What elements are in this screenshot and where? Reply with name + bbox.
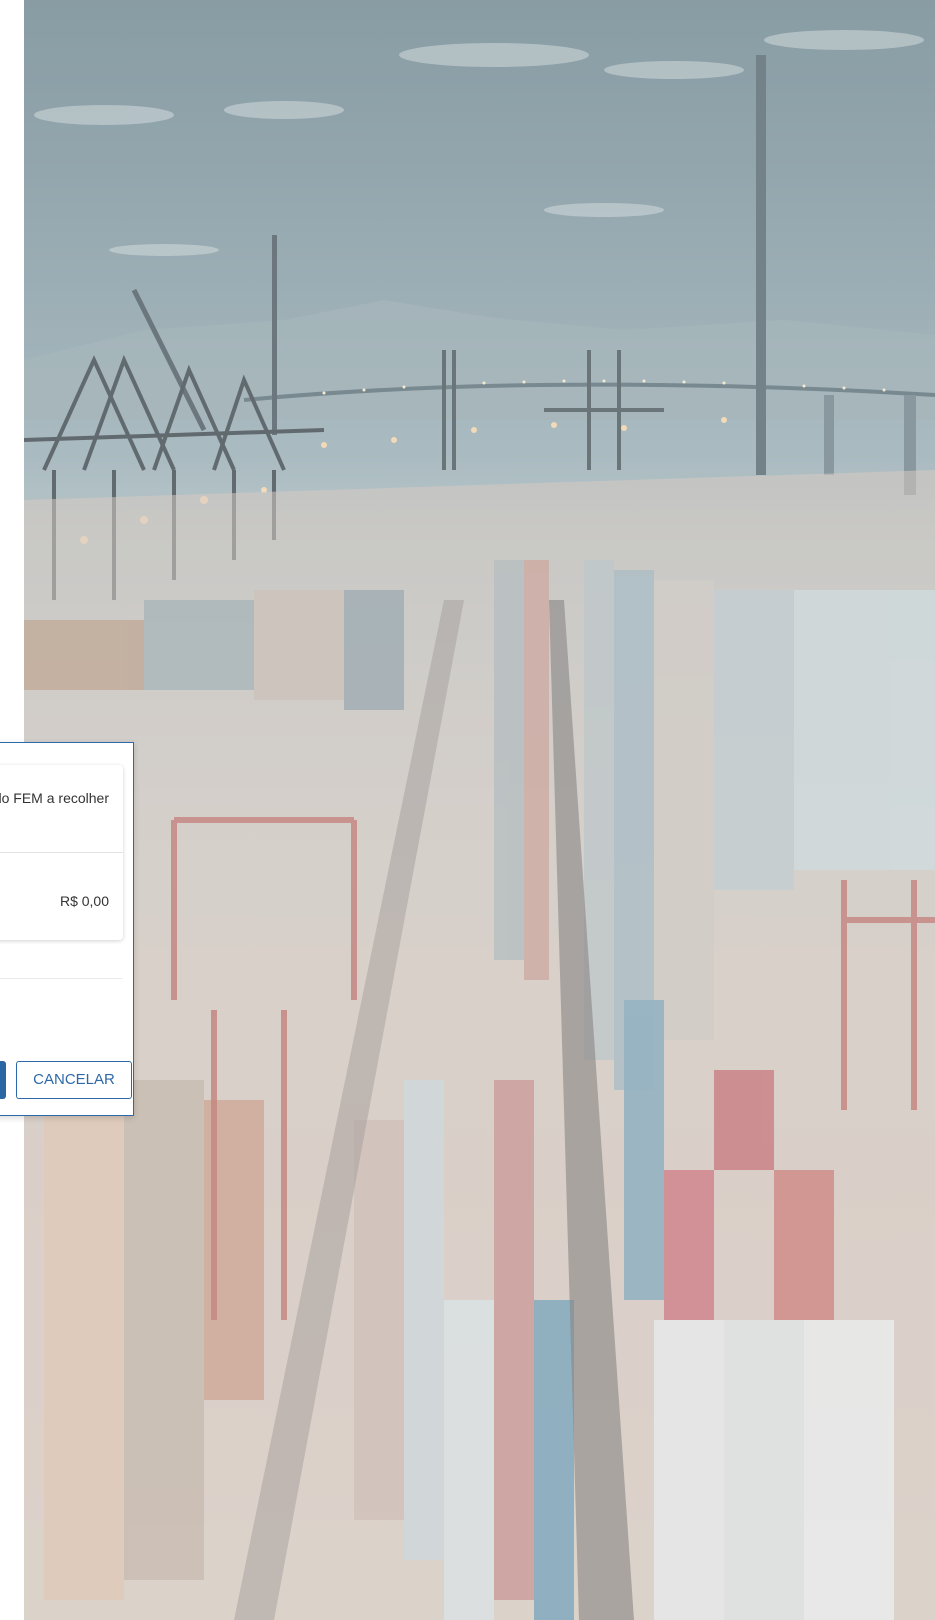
fem-label: tional do FEM a recolher [0,790,109,806]
background-port-photo [24,0,935,1620]
page: tional do FEM a recolher R$ 0,00 CANCELA… [0,0,935,1620]
modal-divider [0,978,123,979]
confirm-button[interactable] [0,1061,6,1099]
confirmation-modal: tional do FEM a recolher R$ 0,00 CANCELA… [0,742,134,1116]
background-veil [24,0,935,1620]
fem-card-header: tional do FEM a recolher [0,765,123,853]
cancel-button[interactable]: CANCELAR [16,1061,132,1099]
fem-summary-card: tional do FEM a recolher R$ 0,00 [0,765,123,940]
fem-value: R$ 0,00 [59,893,109,909]
